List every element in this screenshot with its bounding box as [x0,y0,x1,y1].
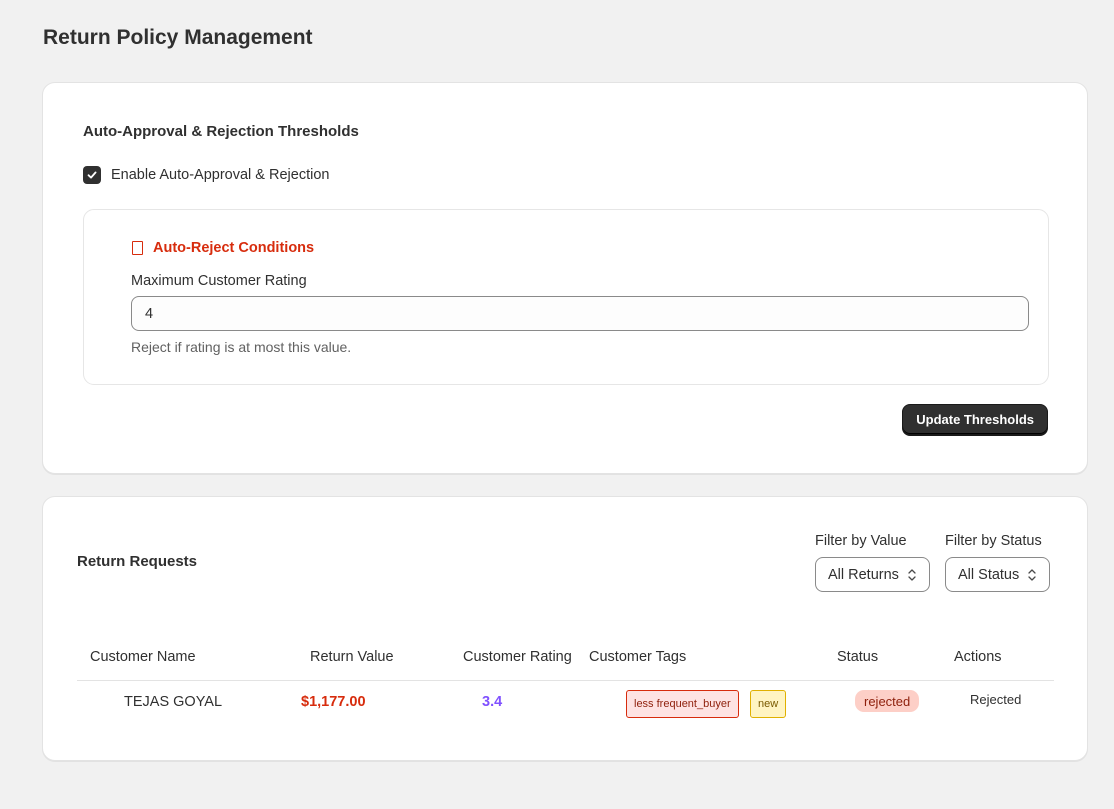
filter-value-selected: All Returns [828,566,899,583]
thresholds-card: Auto-Approval & Rejection Thresholds Ena… [42,82,1088,474]
column-header-customer-rating: Customer Rating [463,649,572,665]
action-status-text: Rejected [970,692,1022,707]
return-requests-title: Return Requests [77,553,198,570]
filter-status-selected: All Status [958,566,1020,583]
enable-label: Enable Auto-Approval & Rejection [111,167,330,183]
checkbox-checked[interactable] [83,166,101,184]
max-rating-input[interactable]: 4 [131,296,1029,331]
chevron-updown-icon [1028,568,1036,581]
column-header-return-value: Return Value [310,649,394,665]
max-rating-label: Maximum Customer Rating [131,273,307,289]
chevron-updown-icon [908,568,916,581]
table-divider [77,680,1054,681]
update-thresholds-button[interactable]: Update Thresholds [902,404,1048,435]
column-header-actions: Actions [954,649,1002,665]
filter-status-select[interactable]: All Status [945,557,1051,592]
column-header-customer-tags: Customer Tags [589,649,687,665]
column-header-customer-name: Customer Name [90,649,196,665]
thresholds-title: Auto-Approval & Rejection Thresholds [83,123,359,140]
auto-reject-heading: Auto-Reject Conditions [132,240,314,256]
auto-reject-box: Auto-Reject Conditions Maximum Customer … [83,209,1049,385]
return-requests-card: Return Requests Filter by Value All Retu… [42,496,1088,761]
customer-rating-cell: 3.4 [482,694,503,710]
auto-reject-title: Auto-Reject Conditions [153,240,315,256]
max-rating-help: Reject if rating is at most this value. [131,339,352,355]
customer-tag-badge: less frequent_buyer [626,690,739,718]
checkmark-icon [87,171,97,179]
customer-tag-badge: new [750,690,787,718]
status-badge: rejected [855,690,920,712]
customer-name-cell: TEJAS GOYAL [124,694,223,710]
column-header-status: Status [837,649,879,665]
filter-value-select[interactable]: All Returns [815,557,930,592]
filter-by-value: Filter by Value All Returns [815,533,930,592]
filter-status-label: Filter by Status [945,533,1042,549]
enable-auto-approval-checkbox[interactable]: Enable Auto-Approval & Rejection [83,166,329,184]
document-icon [132,241,143,255]
filter-value-label: Filter by Value [815,533,907,549]
page-title: Return Policy Management [43,26,313,49]
filter-by-status: Filter by Status All Status [945,533,1051,592]
return-value-cell: $1,177.00 [301,694,366,710]
